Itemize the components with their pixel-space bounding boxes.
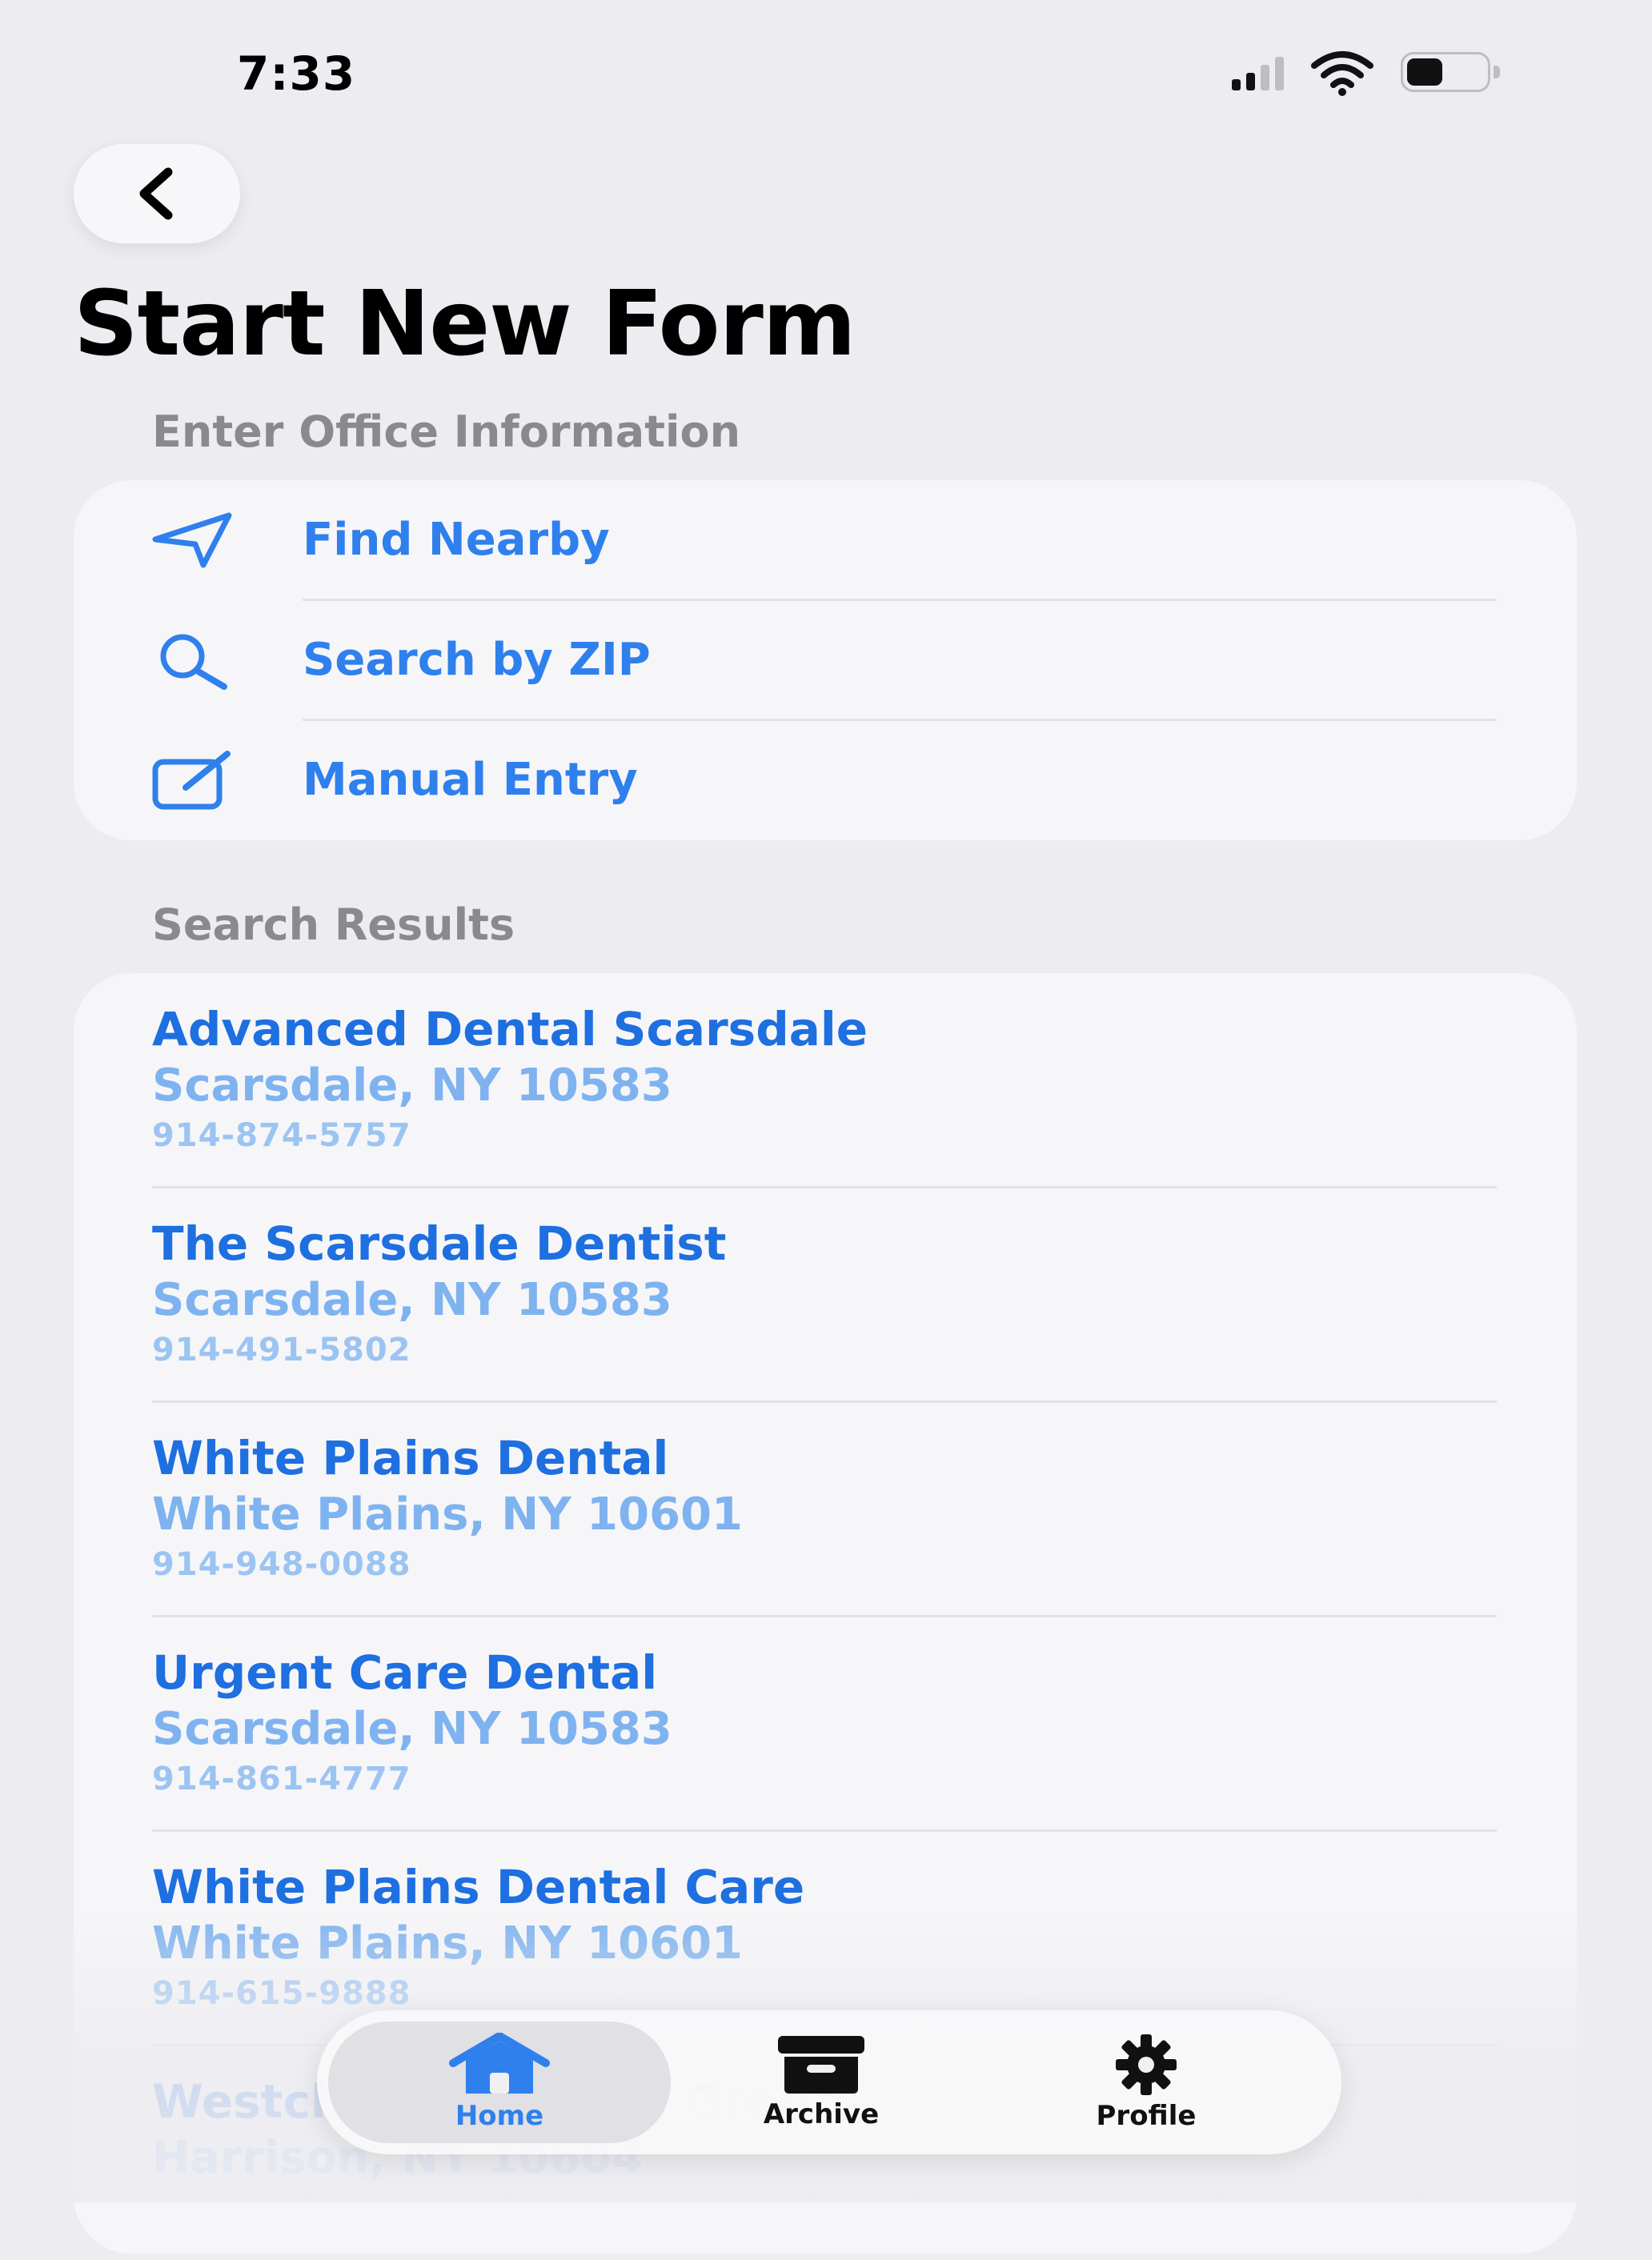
tab-archive-label: Archive bbox=[763, 2098, 880, 2130]
result-name: Urgent Care Dental bbox=[152, 1645, 658, 1700]
search-by-zip-option[interactable]: Search by ZIP bbox=[74, 600, 1577, 720]
wifi-icon bbox=[1311, 51, 1373, 96]
tab-archive[interactable]: Archive bbox=[701, 2010, 941, 2154]
manual-entry-option[interactable]: Manual Entry bbox=[74, 720, 1577, 840]
location-arrow-icon bbox=[150, 511, 239, 570]
result-city: White Plains, NY 10601 bbox=[152, 1917, 744, 1969]
result-phone: 914-874-5757 bbox=[152, 1117, 411, 1154]
chevron-left-icon bbox=[139, 167, 173, 220]
tab-bar: Home Archive Profile bbox=[317, 2010, 1341, 2154]
office-info-section-header: Enter Office Information bbox=[152, 407, 741, 457]
result-name: The Scarsdale Dentist bbox=[152, 1216, 727, 1271]
status-icons bbox=[1232, 50, 1503, 96]
archive-box-icon bbox=[778, 2036, 864, 2094]
result-phone: 914-861-4777 bbox=[152, 1761, 411, 1797]
manual-entry-label: Manual Entry bbox=[303, 754, 638, 806]
search-icon bbox=[150, 631, 239, 690]
tab-profile-label: Profile bbox=[1096, 2100, 1197, 2132]
search-results-section-header: Search Results bbox=[152, 900, 515, 950]
result-item[interactable]: Advanced Dental Scarsdale Scarsdale, NY … bbox=[74, 973, 1577, 1188]
result-city: Scarsdale, NY 10583 bbox=[152, 1060, 672, 1112]
result-city: White Plains, NY 10601 bbox=[152, 1489, 744, 1541]
page-title: Start New Form bbox=[74, 272, 856, 376]
result-phone: 914-491-5802 bbox=[152, 1332, 411, 1368]
find-nearby-label: Find Nearby bbox=[303, 514, 610, 566]
gear-icon bbox=[1116, 2034, 1177, 2095]
result-item[interactable]: The Scarsdale Dentist Scarsdale, NY 1058… bbox=[74, 1188, 1577, 1402]
result-item[interactable]: White Plains Dental White Plains, NY 106… bbox=[74, 1402, 1577, 1617]
house-icon bbox=[449, 2033, 550, 2094]
result-name: White Plains Dental Care bbox=[152, 1860, 805, 1914]
result-city: Scarsdale, NY 10583 bbox=[152, 1274, 672, 1326]
tab-home-label: Home bbox=[455, 2100, 544, 2132]
result-phone: 914-948-0088 bbox=[152, 1546, 411, 1583]
office-info-card: Find Nearby Search by ZIP Manual Entry bbox=[74, 480, 1577, 840]
result-name: White Plains Dental bbox=[152, 1431, 669, 1485]
tab-profile[interactable]: Profile bbox=[1026, 2010, 1266, 2154]
search-by-zip-label: Search by ZIP bbox=[303, 634, 651, 686]
result-city: Scarsdale, NY 10583 bbox=[152, 1703, 672, 1755]
find-nearby-option[interactable]: Find Nearby bbox=[74, 480, 1577, 600]
edit-icon bbox=[150, 751, 239, 810]
back-button[interactable] bbox=[74, 144, 240, 243]
result-phone: 914-615-9888 bbox=[152, 1975, 411, 2012]
cellular-signal-icon bbox=[1232, 55, 1284, 90]
status-time: 7:33 bbox=[237, 46, 356, 101]
battery-icon bbox=[1401, 52, 1503, 94]
result-item[interactable]: Urgent Care Dental Scarsdale, NY 10583 9… bbox=[74, 1617, 1577, 1831]
tab-home[interactable]: Home bbox=[379, 2010, 620, 2154]
result-name: Advanced Dental Scarsdale bbox=[152, 1002, 868, 1056]
